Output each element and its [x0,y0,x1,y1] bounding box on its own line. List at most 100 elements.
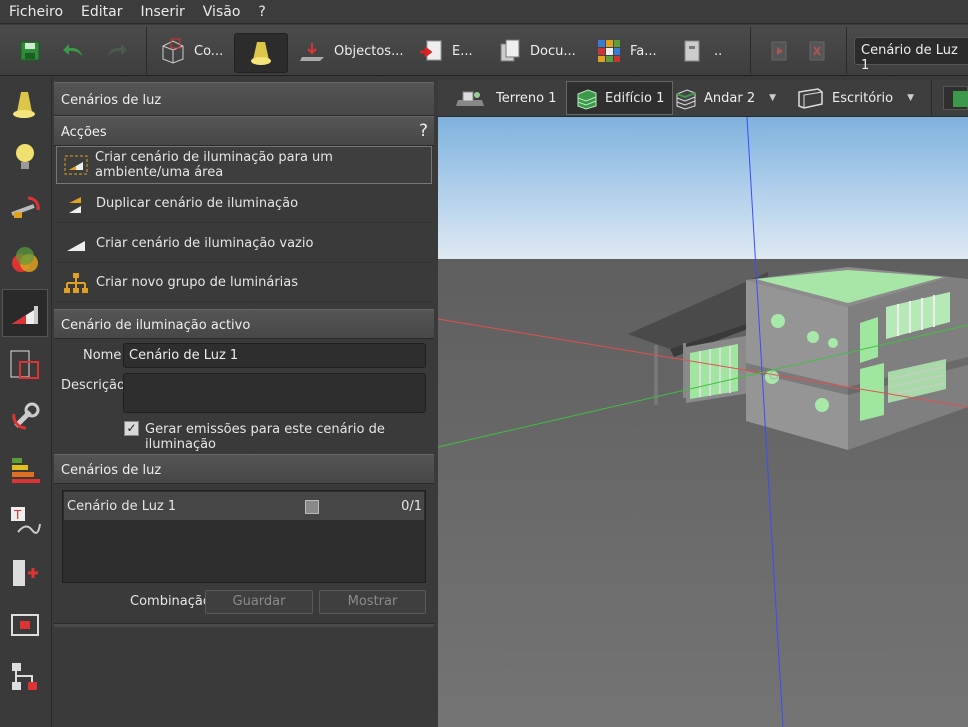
actions-header-label: Acções [61,125,107,140]
objects-button[interactable]: Objectos... [298,33,403,69]
floor-button[interactable]: Andar 2 ▼ [674,81,776,115]
panel-divider [54,623,434,627]
save-button[interactable] [18,33,42,69]
luminance-meter-icon [11,196,40,218]
light-scene-icon [12,306,38,324]
layout-tool[interactable] [2,341,48,389]
export-icon [420,40,442,61]
save-combination-button[interactable]: Guardar [205,590,313,614]
3d-viewport[interactable] [438,117,968,727]
action-label: Criar novo grupo de luminárias [96,275,299,290]
objects-label: Objectos... [334,43,404,59]
construction-label: Co... [194,43,224,59]
construction-button[interactable]: Co... [158,33,223,69]
action-create-room-scene[interactable]: Criar cenário de iluminação para um ambi… [56,146,432,184]
scene-toggle-checkbox[interactable] [305,500,319,514]
panel-title: Cenários de luz [54,82,434,116]
energy-tool[interactable] [2,445,48,493]
emissions-label: Gerar emissões para este cenário de ilum… [145,422,385,452]
measure-tool[interactable] [2,185,48,233]
name-field[interactable]: Cenário de Luz 1 [123,343,426,368]
terrain-button[interactable]: Terreno 1 [454,81,557,115]
documentation-button[interactable]: Docu... [498,33,576,69]
object-cube-icon [953,91,968,107]
action-empty-scene[interactable]: Criar cenário de iluminação vazio [56,225,432,263]
color-circles-icon [12,247,38,272]
building-button[interactable]: Edifício 1 [566,81,674,115]
room-label: Escritório [832,90,894,106]
more-button[interactable]: .. [682,33,722,69]
sky [438,117,968,259]
description-field[interactable] [123,373,426,413]
action-label: Criar cenário de iluminação vazio [96,236,314,251]
stop-button[interactable] [808,33,828,69]
chevron-down-icon[interactable]: ▼ [769,93,776,103]
view-selector-bar: Terreno 1 Edifício 1 Andar 2 ▼ Escritóri… [438,80,968,117]
energy-bars-icon [12,458,40,483]
undo-button[interactable] [60,33,88,69]
insert-icon [13,560,38,586]
action-label: Duplicar cenário de iluminação [96,196,299,211]
light-scenes-tool[interactable] [2,289,48,337]
settings-tool[interactable] [2,393,48,441]
scene-count: 0/1 [401,499,422,514]
room-scene-icon [63,153,89,177]
hierarchy-tool[interactable] [2,653,48,701]
menu-view[interactable]: Visão [194,4,250,20]
menu-file[interactable]: Ficheiro [0,4,72,20]
play-button[interactable] [770,33,790,69]
building-icon [577,89,597,110]
duplicate-scene-icon [62,192,90,216]
object-view-button[interactable] [943,86,968,110]
undo-icon [63,44,82,56]
light-scenes-panel: Cenários de luz Acções ? Criar cenário d… [54,80,434,727]
documentation-label: Docu... [530,43,576,59]
page-layout-icon [10,350,39,379]
actions-header: Acções ? [54,116,434,146]
frame-tool[interactable] [2,601,48,649]
room-icon [798,88,823,109]
export-button[interactable]: E... [418,33,473,69]
terrain-label: Terreno 1 [496,90,557,106]
menu-bar: Ficheiro Editar Inserir Visão ? [0,0,968,24]
facades-button[interactable]: Fa... [596,33,657,69]
action-new-luminaire-group[interactable]: Criar novo grupo de luminárias [56,264,432,302]
floor-label: Andar 2 [704,90,756,106]
terrain-icon [456,91,484,106]
color-tool[interactable] [2,237,48,285]
scene-selector[interactable]: Cenário de Luz 1 [854,37,968,73]
wrench-icon [12,402,40,430]
bulb-tool[interactable] [2,133,48,181]
svg-text:T: T [13,508,22,522]
redo-button[interactable] [102,33,130,69]
main-toolbar: Co... Objectos... E... Docu... Fa... .. … [0,25,968,76]
menu-edit[interactable]: Editar [72,4,131,20]
show-combination-button[interactable]: Mostrar [319,590,426,614]
description-label: Descrição [61,378,125,393]
empty-scene-icon [62,232,90,256]
play-icon [771,41,787,61]
action-duplicate-scene[interactable]: Duplicar cenário de iluminação [56,185,432,223]
scenes-header: Cenários de luz [54,454,434,484]
redo-icon [108,44,127,56]
list-item[interactable]: Cenário de Luz 1 0/1 [64,492,424,520]
name-label: Nome [83,348,122,363]
hierarchy-icon [12,663,37,690]
export-label: E... [452,43,473,59]
menu-insert[interactable]: Inserir [131,4,193,20]
emissions-checkbox[interactable]: ✓ [124,421,139,436]
text-tool[interactable]: T [2,497,48,545]
chevron-down-icon[interactable]: ▼ [907,93,914,103]
documents-icon [500,39,520,62]
menu-help[interactable]: ? [249,4,274,20]
help-icon[interactable]: ? [419,121,428,141]
room-button[interactable]: Escritório ▼ [796,81,914,115]
spotlight-tool[interactable] [2,81,48,129]
floor-icon [676,89,696,110]
close-icon [809,41,825,61]
lightbulb-icon [16,144,34,169]
light-tab-active[interactable] [234,33,288,73]
insert-tool[interactable] [2,549,48,597]
building-label: Edifício 1 [605,90,665,106]
active-scene-header: Cenário de iluminação activo [54,309,434,339]
